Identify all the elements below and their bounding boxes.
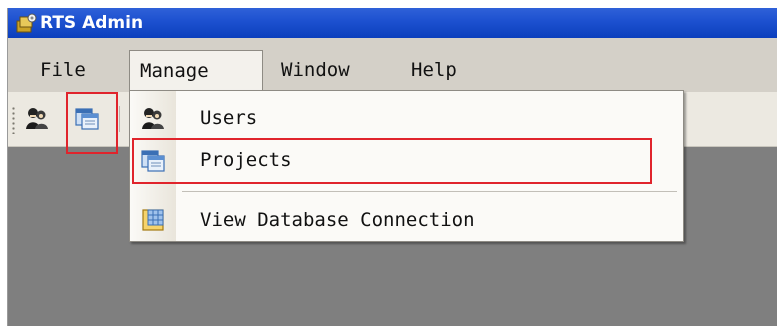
menu-item-users-label: Users (200, 107, 258, 129)
window-title: RTS Admin (40, 13, 144, 33)
menu-manage[interactable]: Manage (129, 50, 263, 90)
users-icon (26, 108, 48, 129)
menu-help[interactable]: Help (401, 50, 467, 90)
menu-item-view-database-connection-label: View Database Connection (200, 209, 475, 231)
menu-bar: File Manage Window Help (8, 38, 777, 92)
menu-item-users[interactable]: Users (130, 97, 683, 139)
app-icon (16, 13, 37, 33)
users-icon (142, 108, 164, 129)
app-window: RTS Admin File Manage Window Help Users … (7, 8, 777, 326)
toolbar-separator (119, 106, 120, 132)
menu-file[interactable]: File (30, 50, 96, 90)
menu-window[interactable]: Window (271, 50, 360, 90)
menu-separator (182, 191, 677, 192)
database-connection-icon (142, 209, 164, 231)
menu-projects-highlight (132, 138, 652, 184)
menu-item-view-database-connection[interactable]: View Database Connection (130, 199, 683, 241)
title-bar[interactable]: RTS Admin (8, 8, 777, 38)
toolbar-grip[interactable] (12, 106, 15, 134)
toolbar-projects-highlight (66, 92, 118, 154)
toolbar-users-button[interactable] (22, 102, 52, 134)
